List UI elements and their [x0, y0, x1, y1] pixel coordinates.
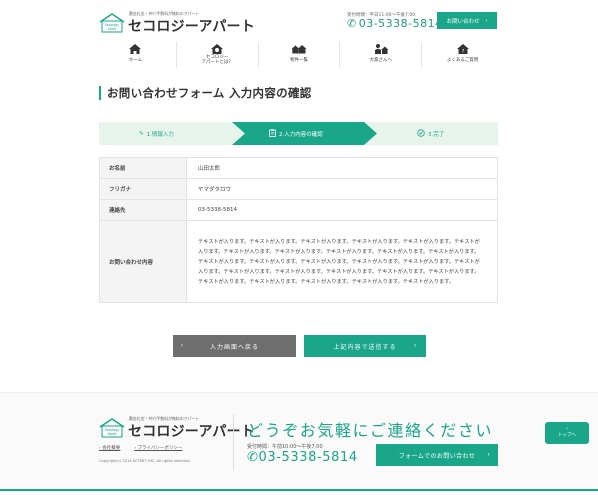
svg-text:?: ? [461, 49, 464, 55]
faq-icon: ? [455, 43, 471, 55]
logo-house-icon: Secology Apart [99, 13, 125, 33]
header-phone[interactable]: ✆ 03-5338-5814 [347, 17, 443, 30]
check-circle-icon [417, 128, 425, 139]
row-value-name: 山田太郎 [186, 157, 498, 179]
footer-catchphrase: どうぞお気軽にご連絡ください [247, 421, 494, 440]
footer-divider [233, 414, 234, 471]
chevron-right-icon: › [485, 17, 488, 24]
chevron-left-icon: ‹ [181, 343, 184, 349]
nav-item-properties[interactable]: 物件一覧 [257, 42, 340, 68]
step-confirm: 2.入力内容の確認 [269, 122, 323, 145]
chevron-right-icon: › [487, 452, 490, 458]
nav-label-properties: 物件一覧 [289, 58, 308, 63]
back-to-top-label: トップへ [558, 433, 576, 438]
footer-link-company-label: 会社概要 [102, 446, 121, 451]
footer-hours: 受付時間：午前10:00〜午後7:00 [247, 444, 323, 450]
back-button-label: 入力画面へ戻る [209, 344, 259, 351]
table-row-name: お名前 山田太郎 [99, 157, 498, 179]
row-value-message: テキストが入ります。テキストが入ります。テキストが入ります。テキストが入ります。… [186, 220, 498, 303]
footer-logo-name: セコロジーアパート [128, 424, 255, 440]
footer-accent-line [0, 489, 598, 491]
footer-link-privacy[interactable]: › プライバシーポリシー [134, 445, 182, 451]
confirm-table: お名前 山田太郎 フリガナ ヤマダタロウ 連絡先 03-5338-5814 お問… [99, 157, 498, 303]
step-input: ✎ 1.情報入力 [139, 122, 174, 145]
row-label-kana: フリガナ [99, 178, 187, 200]
landlord-icon [373, 43, 389, 55]
back-button[interactable]: ‹ 入力画面へ戻る [173, 335, 296, 357]
svg-text:Apart: Apart [108, 432, 117, 436]
footer-form-button-label: フォームでのお問い合わせ [398, 453, 476, 460]
footer-phone-number: 03-5338-5814 [258, 450, 358, 465]
header-contact-label: お問い合わせ [446, 18, 480, 25]
message-text: テキストが入ります。テキストが入ります。テキストが入ります。テキストが入ります。… [198, 238, 480, 285]
table-row-contact: 連絡先 03-5338-5814 [99, 199, 498, 221]
nav-label-landlord: 大家さんへ [369, 58, 393, 63]
footer-link-company[interactable]: › 会社概要 [99, 445, 120, 451]
footer-link-privacy-label: プライバシーポリシー [137, 446, 183, 451]
chevron-right-icon: › [414, 343, 417, 349]
svg-text:Apart: Apart [108, 27, 117, 31]
footer-logo[interactable]: Secology Apart 敷金礼金・仲介手数料が無料のアパート セコロジーア… [99, 415, 255, 440]
back-to-top-button[interactable]: ⌃ トップへ [545, 422, 589, 444]
confirm-page: Secology Apart 敷金礼金・仲介手数料が無料のアパート セコロジーア… [0, 0, 598, 495]
row-value-contact: 03-5338-5814 [186, 199, 498, 221]
row-label-message: お問い合わせ内容 [99, 220, 187, 303]
send-button-label: 上記内容で送信する [333, 344, 397, 351]
nav-item-home[interactable]: ホーム [95, 42, 176, 68]
global-nav: ホーム セコロジー アパートとは？ 物件一覧 大家さんへ ? よくあるご質問 [95, 42, 503, 68]
nav-item-about[interactable]: セコロジー アパートとは？ [175, 42, 258, 68]
clipboard-icon [269, 128, 276, 139]
page-title-bar: お問い合わせフォーム 入力内容の確認 [99, 86, 312, 100]
logo-name: セコロジーアパート [128, 19, 255, 35]
phone-icon: ✆ [247, 450, 259, 465]
footer-phone[interactable]: ✆03-5338-5814 [247, 450, 358, 465]
table-row-kana: フリガナ ヤマダタロウ [99, 178, 498, 200]
site-header: Secology Apart 敷金礼金・仲介手数料が無料のアパート セコロジーア… [0, 0, 598, 78]
footer-links: › 会社概要 › プライバシーポリシー [99, 445, 182, 451]
nav-label-about: セコロジー アパートとは？ [201, 55, 233, 65]
row-label-contact: 連絡先 [99, 199, 187, 221]
nav-label-faq: よくあるご質問 [446, 58, 479, 63]
row-value-kana: ヤマダタロウ [186, 178, 498, 200]
header-phone-number: 03-5338-5814 [358, 17, 443, 30]
nav-item-landlord[interactable]: 大家さんへ [339, 42, 421, 68]
send-button[interactable]: 上記内容で送信する › [304, 335, 426, 357]
step-input-label: 1.情報入力 [146, 131, 174, 138]
nav-label-home: ホーム [128, 58, 143, 63]
eco-house-icon [209, 43, 225, 55]
page-title: お問い合わせフォーム 入力内容の確認 [107, 86, 312, 100]
header-contact-button[interactable]: お問い合わせ › [437, 12, 497, 29]
progress-steps: ✎ 1.情報入力 2.入力内容の確認 3.完了 [99, 122, 498, 145]
site-logo[interactable]: Secology Apart 敷金礼金・仲介手数料が無料のアパート セコロジーア… [99, 10, 255, 35]
row-label-name: お名前 [99, 157, 187, 179]
footer-form-button[interactable]: フォームでのお問い合わせ › [376, 444, 498, 466]
home-icon [127, 43, 143, 55]
pencil-icon: ✎ [139, 130, 144, 137]
table-row-message: お問い合わせ内容 テキストが入ります。テキストが入ります。テキストが入ります。テ… [99, 220, 498, 303]
properties-icon [291, 43, 307, 55]
nav-item-faq[interactable]: ? よくあるご質問 [421, 42, 503, 68]
step-complete-label: 3.完了 [428, 131, 445, 138]
footer-copyright: Copyright(c) 2014 ACTNET INC. All rights… [99, 459, 191, 463]
logo-house-icon: Secology Apart [99, 418, 125, 438]
step-complete: 3.完了 [417, 122, 444, 145]
phone-icon: ✆ [347, 17, 357, 30]
step-confirm-label: 2.入力内容の確認 [279, 131, 323, 138]
